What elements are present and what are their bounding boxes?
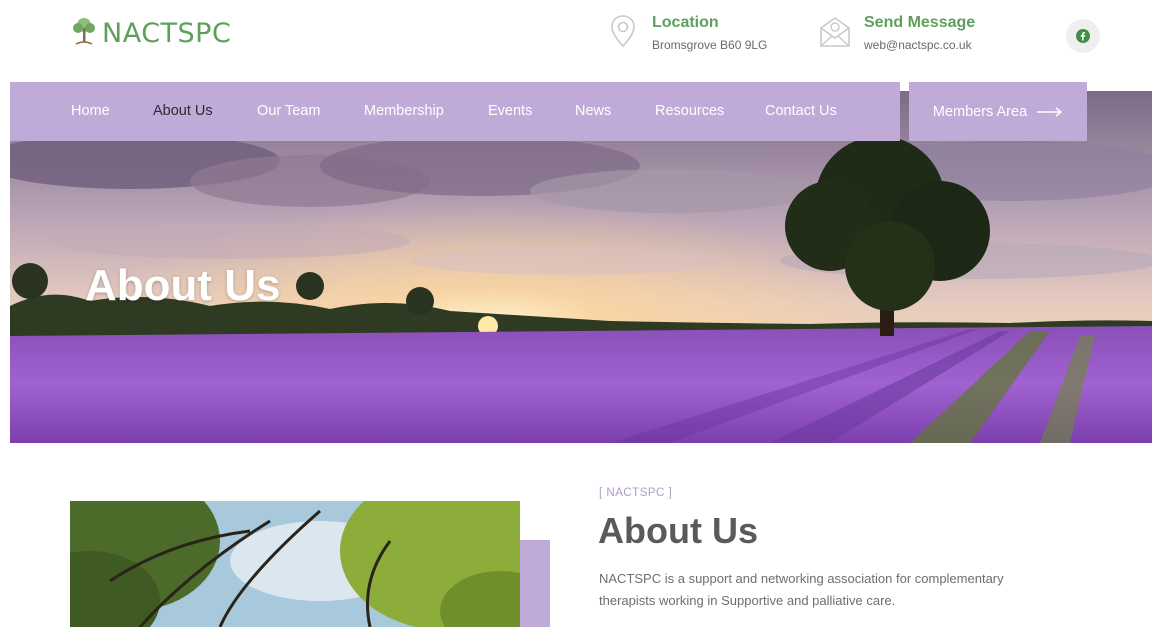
trees-photo bbox=[70, 501, 520, 627]
nav-item-home[interactable]: Home bbox=[71, 82, 110, 141]
location-address: Bromsgrove B60 9LG bbox=[652, 38, 768, 52]
main-nav: Home About Us Our Team Membership Events… bbox=[10, 82, 900, 141]
nav-item-contact-us[interactable]: Contact Us bbox=[765, 82, 837, 141]
location-pin-icon bbox=[611, 15, 635, 48]
about-heading: About Us bbox=[598, 510, 758, 551]
envelope-icon bbox=[820, 17, 850, 47]
nav-item-news[interactable]: News bbox=[575, 82, 611, 141]
arrow-right-icon bbox=[1037, 106, 1063, 117]
facebook-button[interactable] bbox=[1066, 19, 1100, 53]
hero-banner: About Us bbox=[10, 91, 1152, 443]
logo[interactable]: NACTSPC bbox=[72, 16, 231, 50]
nav-item-resources[interactable]: Resources bbox=[655, 82, 724, 141]
message-block: Send Message web@nactspc.co.uk bbox=[818, 12, 975, 54]
nav-item-about-us[interactable]: About Us bbox=[153, 82, 213, 141]
location-title: Location bbox=[652, 14, 719, 31]
section-tag: [ NACTSPC ] bbox=[599, 487, 673, 499]
brand-name: NACTSPC bbox=[102, 17, 232, 49]
top-header: NACTSPC Location Bromsgrove B60 9LG Send… bbox=[0, 0, 1152, 82]
nav-item-events[interactable]: Events bbox=[488, 82, 532, 141]
message-title: Send Message bbox=[864, 14, 976, 31]
members-area-label: Members Area bbox=[932, 103, 1028, 120]
location-block: Location Bromsgrove B60 9LG bbox=[606, 12, 767, 54]
hero-title: About Us bbox=[85, 261, 281, 310]
about-description: NACTSPC is a support and networking asso… bbox=[599, 571, 1004, 608]
trees-sky-image bbox=[70, 501, 520, 627]
facebook-icon bbox=[1076, 29, 1090, 43]
nav-item-our-team[interactable]: Our Team bbox=[257, 82, 320, 141]
email-link[interactable]: web@nactspc.co.uk bbox=[864, 36, 975, 54]
nav-item-membership[interactable]: Membership bbox=[364, 82, 444, 141]
members-area-button[interactable]: Members Area bbox=[909, 82, 1087, 141]
tree-logo-icon bbox=[73, 18, 95, 45]
